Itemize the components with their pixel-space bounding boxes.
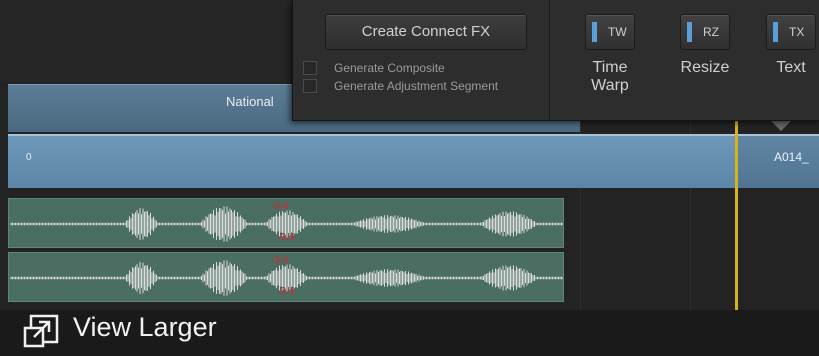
resize-label: Resize — [680, 59, 730, 76]
audio-level-marker: -3.4 — [277, 232, 295, 243]
time-warp-code: TW — [608, 25, 627, 39]
playhead[interactable] — [735, 120, 738, 310]
panel-divider — [549, 0, 550, 120]
resize-tool[interactable]: RZ Resize — [676, 14, 734, 77]
video-track[interactable]: 0 A014_ — [8, 134, 819, 188]
time-warp-label-line1: Time — [592, 59, 628, 76]
resize-icon — [687, 22, 692, 42]
connect-fx-panel: Create Connect FX Generate Composite Gen… — [292, 0, 819, 121]
generate-adjustment-segment-checkbox[interactable] — [303, 79, 317, 93]
generate-composite-label: Generate Composite — [334, 61, 445, 75]
text-code: TX — [789, 25, 805, 39]
generate-adjustment-segment-label: Generate Adjustment Segment — [334, 79, 499, 93]
generate-adjustment-segment-option[interactable]: Generate Adjustment Segment — [303, 78, 498, 94]
text-button[interactable]: TX — [766, 14, 816, 50]
text-tool[interactable]: TX Text — [762, 14, 819, 77]
audio-level-marker: -3.4 — [271, 255, 289, 266]
audio-level-marker: -3.4 — [277, 286, 295, 297]
time-warp-label-line2: Warp — [591, 77, 629, 94]
expand-icon[interactable] — [22, 314, 60, 355]
resize-code: RZ — [703, 25, 719, 39]
audio-track-1[interactable]: -3.4 -3.4 — [8, 198, 564, 248]
audio-level-marker: -3.4 — [271, 201, 289, 212]
create-connect-fx-button[interactable]: Create Connect FX — [325, 14, 527, 50]
text-icon — [773, 22, 778, 42]
time-warp-button[interactable]: TW — [585, 14, 635, 50]
video-track-start-label: 0 — [26, 152, 32, 163]
generate-composite-checkbox[interactable] — [303, 61, 317, 75]
generate-composite-option[interactable]: Generate Composite — [303, 60, 445, 76]
resize-button[interactable]: RZ — [680, 14, 730, 50]
view-larger-bar: View Larger — [0, 310, 819, 356]
view-larger-link[interactable]: View Larger — [73, 312, 217, 343]
clip-header-name: National — [226, 94, 274, 109]
time-warp-tool[interactable]: TW Time Warp — [581, 14, 639, 95]
video-clip-label: A014_ — [774, 150, 809, 164]
time-warp-icon — [592, 22, 597, 42]
audio-track-2[interactable]: -3.4 -3.4 — [8, 252, 564, 302]
playhead-marker-icon[interactable] — [770, 120, 792, 131]
text-label: Text — [776, 59, 806, 76]
